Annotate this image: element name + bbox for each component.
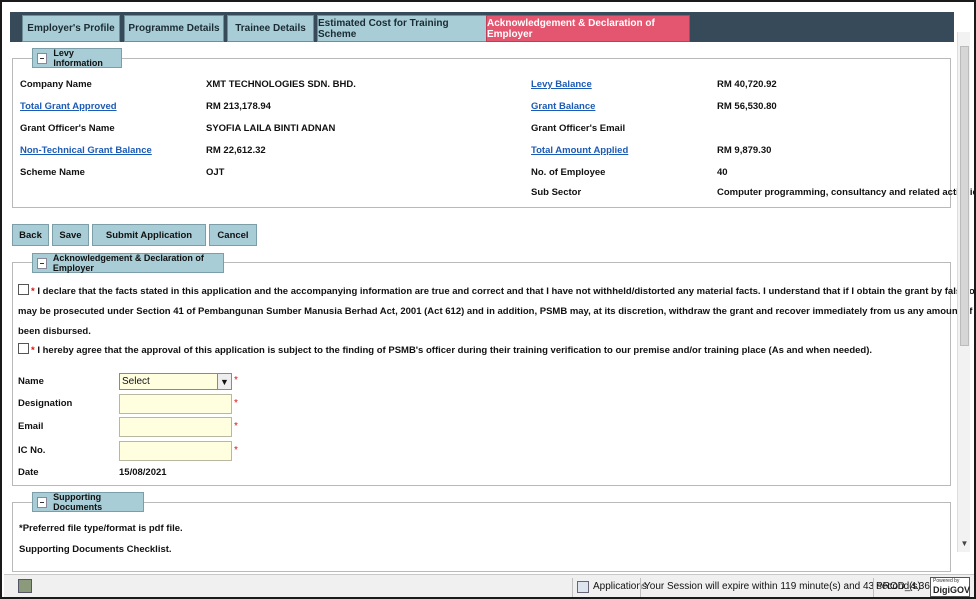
file-type-note: *Preferred file type/format is pdf file. — [19, 523, 183, 534]
collapse-icon[interactable] — [37, 496, 48, 508]
supporting-documents-panel — [12, 502, 951, 572]
scheme-name-value: OJT — [206, 167, 225, 178]
email-label: Email — [18, 421, 44, 432]
non-technical-grant-balance-value: RM 22,612.32 — [206, 145, 266, 156]
name-select-value: Select — [122, 376, 150, 387]
applications-link[interactable]: Applications — [593, 581, 647, 592]
sub-sector-value: Computer programming, consultancy and re… — [717, 187, 976, 198]
no-of-employee-value: 40 — [717, 167, 728, 178]
total-grant-approved-link[interactable]: Total Grant Approved — [20, 101, 117, 112]
grant-officer-email-label: Grant Officer's Email — [531, 123, 626, 134]
divider — [640, 578, 641, 597]
total-grant-approved-value: RM 213,178.94 — [206, 101, 271, 112]
required-mark: * — [234, 445, 238, 456]
name-select[interactable]: Select ▼ — [119, 373, 232, 390]
scheme-name-label: Scheme Name — [20, 167, 85, 178]
tab-programme-details[interactable]: Programme Details — [124, 15, 224, 42]
designation-input[interactable] — [119, 394, 232, 414]
levy-balance-value: RM 40,720.92 — [717, 79, 777, 90]
digigov-logo: Powered by DigiGOV — [930, 577, 970, 597]
declaration-2: * I hereby agree that the approval of th… — [18, 341, 950, 361]
sub-sector-label: Sub Sector — [531, 187, 582, 198]
applications-icon[interactable] — [577, 581, 589, 593]
declaration-1-checkbox[interactable] — [18, 284, 29, 295]
main-content: Levy Information Company Name XMT TECHNO… — [10, 42, 976, 572]
scrollbar-thumb[interactable] — [960, 46, 969, 346]
divider — [873, 578, 874, 597]
declaration-1-line2: may be prosecuted under Section 41 of Pe… — [18, 306, 976, 317]
company-name-value: XMT TECHNOLOGIES SDN. BHD. — [206, 79, 356, 90]
scroll-down-icon[interactable]: ▼ — [958, 539, 971, 552]
required-mark: * — [234, 398, 238, 409]
tab-employers-profile[interactable]: Employer's Profile — [22, 15, 120, 42]
non-technical-grant-balance-link[interactable]: Non-Technical Grant Balance — [20, 145, 152, 156]
email-input[interactable] — [119, 417, 232, 437]
divider — [572, 578, 573, 597]
declaration-1-line1: I declare that the facts stated in this … — [37, 286, 975, 297]
total-amount-applied-link[interactable]: Total Amount Applied — [531, 145, 628, 156]
required-mark: * — [234, 421, 238, 432]
total-amount-applied-value: RM 9,879.30 — [717, 145, 772, 156]
status-bar: Applications Your Session will expire wi… — [4, 574, 974, 597]
grant-balance-value: RM 56,530.80 — [717, 101, 777, 112]
chevron-down-icon[interactable]: ▼ — [217, 374, 231, 389]
declaration-2-checkbox[interactable] — [18, 343, 29, 354]
tab-bar: Employer's Profile Programme Details Tra… — [10, 12, 954, 42]
digigov-brand: DigiGOV — [933, 585, 971, 595]
supporting-documents-header[interactable]: Supporting Documents — [32, 492, 144, 512]
app-window: Employer's Profile Programme Details Tra… — [0, 0, 976, 599]
levy-information-panel — [12, 58, 951, 208]
designation-label: Designation — [18, 398, 73, 409]
company-name-label: Company Name — [20, 79, 92, 90]
levy-information-title: Levy Information — [53, 48, 103, 68]
documents-checklist-label: Supporting Documents Checklist. — [19, 544, 172, 555]
ic-no-input[interactable] — [119, 441, 232, 461]
collapse-icon[interactable] — [37, 52, 48, 64]
tab-trainee-details[interactable]: Trainee Details — [227, 15, 314, 42]
tab-acknowledgement[interactable]: Acknowledgement & Declaration of Employe… — [486, 15, 690, 42]
acknowledgement-header[interactable]: Acknowledgement & Declaration of Employe… — [32, 253, 224, 273]
acknowledgement-title: Acknowledgement & Declaration of Employe… — [52, 253, 204, 273]
declaration-1: * I declare that the facts stated in thi… — [18, 282, 976, 342]
submit-application-button[interactable]: Submit Application — [92, 224, 206, 246]
back-button[interactable]: Back — [12, 224, 49, 246]
ic-no-label: IC No. — [18, 445, 46, 456]
save-button[interactable]: Save — [52, 224, 89, 246]
vertical-scrollbar[interactable]: ▼ — [957, 32, 970, 552]
date-value: 15/08/2021 — [119, 467, 167, 478]
tab-estimated-cost[interactable]: Estimated Cost for Training Scheme — [317, 15, 487, 42]
levy-balance-link[interactable]: Levy Balance — [531, 79, 592, 90]
grant-officer-name-label: Grant Officer's Name — [20, 123, 115, 134]
date-label: Date — [18, 467, 39, 478]
grant-balance-link[interactable]: Grant Balance — [531, 101, 595, 112]
no-of-employee-label: No. of Employee — [531, 167, 606, 178]
app-icon[interactable] — [18, 579, 32, 593]
grant-officer-name-value: SYOFIA LAILA BINTI ADNAN — [206, 123, 336, 134]
declaration-1-line3: been disbursed. — [18, 326, 91, 337]
supporting-documents-title: Supporting Documents — [53, 492, 103, 512]
powered-by-text: Powered by — [933, 578, 960, 584]
required-mark: * — [234, 375, 238, 386]
collapse-icon[interactable] — [37, 257, 47, 269]
levy-information-header[interactable]: Levy Information — [32, 48, 122, 68]
declaration-2-text: I hereby agree that the approval of this… — [34, 345, 873, 356]
name-label: Name — [18, 376, 44, 387]
version-label: PROD_4.36.0 — [876, 581, 939, 592]
cancel-button[interactable]: Cancel — [209, 224, 257, 246]
